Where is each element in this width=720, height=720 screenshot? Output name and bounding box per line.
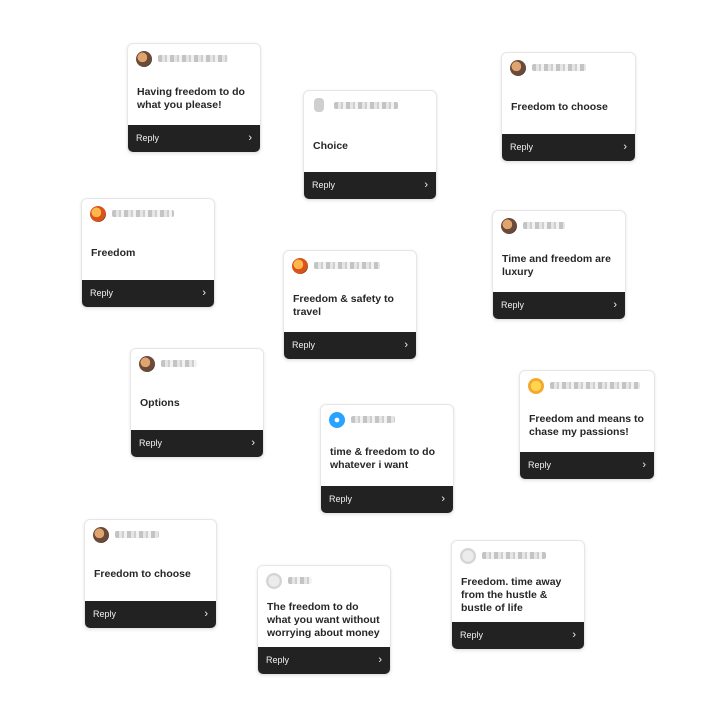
chevron-right-icon: › [572,629,576,641]
reply-card: Freedom to choose Reply › [501,52,636,162]
message-text: Choice [313,140,349,152]
reply-bar[interactable]: Reply › [493,292,625,319]
user-avatar [292,258,308,274]
message-text: time & freedom to do whatever i want [330,446,436,471]
blurred-username [112,210,174,217]
reply-card: Freedom to choose Reply › [84,519,217,629]
chevron-right-icon: › [613,299,617,311]
reply-card: Freedom and means to chase my passions! … [519,370,655,480]
chevron-right-icon: › [642,459,646,471]
message-text: The freedom to do what you want without … [267,601,380,639]
chevron-right-icon: › [204,608,208,620]
reply-button[interactable]: Reply [528,460,551,470]
message-text: Freedom and means to chase my passions! [529,413,644,438]
reply-card: Freedom. time away from the hustle & bus… [451,540,585,650]
chevron-right-icon: › [424,179,428,191]
chevron-right-icon: › [404,339,408,351]
user-avatar [314,98,324,112]
reply-bar[interactable]: Reply › [304,172,436,199]
reply-card: Freedom Reply › [81,198,215,308]
reply-button[interactable]: Reply [501,300,524,310]
reply-card: The freedom to do what you want without … [257,565,391,675]
reply-button[interactable]: Reply [93,609,116,619]
reply-button[interactable]: Reply [292,340,315,350]
user-avatar [93,527,109,543]
chevron-right-icon: › [623,141,627,153]
reply-button[interactable]: Reply [329,494,352,504]
reply-button[interactable]: Reply [510,142,533,152]
reply-bar[interactable]: Reply › [520,452,654,479]
reply-button[interactable]: Reply [90,288,113,298]
blurred-username [532,64,586,71]
reply-card: Options Reply › [130,348,264,458]
user-avatar [136,51,152,67]
reply-bar[interactable]: Reply › [128,125,260,152]
user-avatar [460,548,476,564]
reply-button[interactable]: Reply [136,133,159,143]
reply-bar[interactable]: Reply › [131,430,263,457]
blurred-username [314,262,380,269]
message-text: Freedom to choose [94,568,191,580]
message-text: Freedom. time away from the hustle & bus… [461,576,562,614]
user-avatar [266,573,282,589]
reply-bar[interactable]: Reply › [85,601,216,628]
chevron-right-icon: › [248,132,252,144]
user-avatar [510,60,526,76]
chevron-right-icon: › [378,654,382,666]
reply-bar[interactable]: Reply › [82,280,214,307]
user-avatar [90,206,106,222]
chevron-right-icon: › [202,287,206,299]
reply-bar[interactable]: Reply › [502,134,635,161]
user-avatar [528,378,544,394]
reply-card: Freedom & safety to travel Reply › [283,250,417,360]
reply-bar[interactable]: Reply › [284,332,416,359]
reply-card: Choice Reply › [303,90,437,200]
reply-bar[interactable]: Reply › [452,622,584,649]
reply-bar[interactable]: Reply › [258,647,390,674]
chevron-right-icon: › [441,493,445,505]
reply-button[interactable]: Reply [266,655,289,665]
message-text: Having freedom to do what you please! [137,86,245,111]
reply-card: time & freedom to do whatever i want Rep… [320,404,454,514]
user-avatar [501,218,517,234]
blurred-username [523,222,565,229]
message-text: Freedom to choose [511,101,608,113]
reply-button[interactable]: Reply [460,630,483,640]
blurred-username [158,55,228,62]
chevron-right-icon: › [251,437,255,449]
blurred-username [334,102,398,109]
blurred-username [351,416,395,423]
reply-bar[interactable]: Reply › [321,486,453,513]
blurred-username [115,531,159,538]
message-text: Freedom [91,247,136,259]
blurred-username [550,382,640,389]
blurred-username [161,360,197,367]
user-avatar [139,356,155,372]
user-avatar [329,412,345,428]
reply-card: Time and freedom are luxury Reply › [492,210,626,320]
reply-button[interactable]: Reply [312,180,335,190]
message-text: Time and freedom are luxury [502,253,611,278]
message-text: Freedom & safety to travel [293,293,394,318]
reply-card: Having freedom to do what you please! Re… [127,43,261,153]
reply-button[interactable]: Reply [139,438,162,448]
blurred-username [288,577,312,584]
blurred-username [482,552,546,559]
message-text: Options [140,397,180,409]
